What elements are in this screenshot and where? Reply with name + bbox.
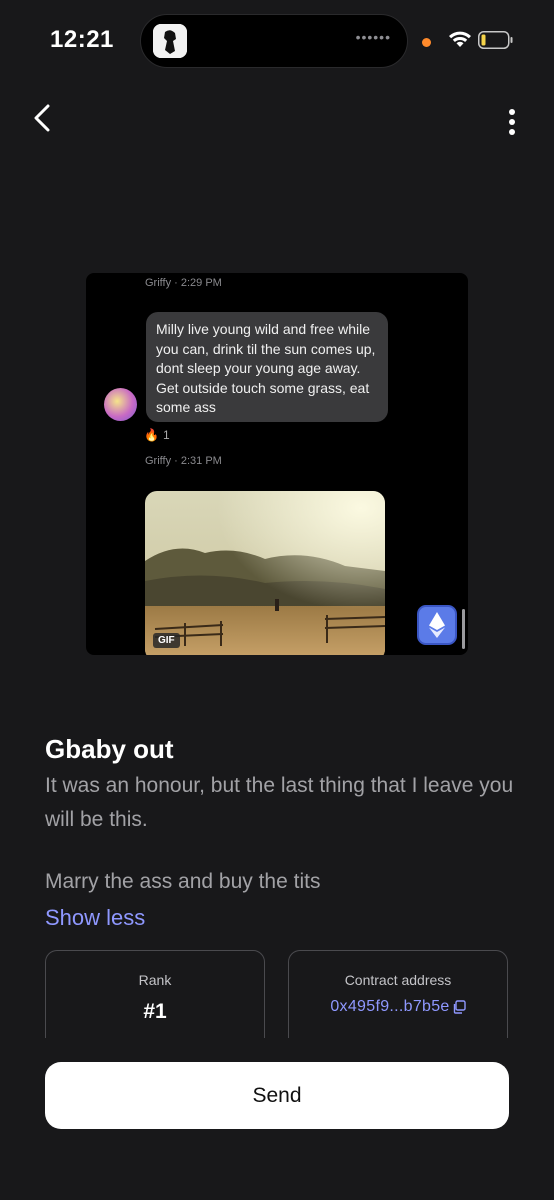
privacy-indicator-dot xyxy=(422,38,431,47)
status-bar: 12:21 •••••• xyxy=(0,0,554,84)
rank-card: Rank #1 xyxy=(45,950,265,1050)
chat-avatar xyxy=(104,388,137,421)
gif-badge: GIF xyxy=(153,633,180,648)
show-less-link[interactable]: Show less xyxy=(45,905,145,931)
contract-address-value: 0x495f9...b7b5e xyxy=(330,998,450,1015)
nft-image[interactable]: Griffy · 2:29 PM Milly live young wild a… xyxy=(86,273,468,655)
more-vertical-icon xyxy=(509,109,515,135)
battery-icon xyxy=(478,31,513,49)
contract-address-link[interactable]: 0x495f9...b7b5e xyxy=(330,998,466,1016)
island-indicator: •••••• xyxy=(355,29,391,45)
nav-bar xyxy=(0,96,554,140)
wifi-icon xyxy=(449,31,471,47)
ethereum-icon xyxy=(429,612,445,638)
chat-reaction: 🔥 1 xyxy=(144,428,170,442)
nft-title: Gbaby out xyxy=(45,734,174,764)
nft-description: It was an honour, but the last thing tha… xyxy=(45,774,514,831)
chat-message-bubble: Milly live young wild and free while you… xyxy=(146,312,388,422)
rank-value: #1 xyxy=(143,1000,167,1023)
rank-label: Rank xyxy=(138,972,172,988)
image-scroll-indicator xyxy=(462,609,465,649)
copy-icon[interactable] xyxy=(452,1000,466,1014)
more-options-button[interactable] xyxy=(496,100,528,140)
fire-emoji: 🔥 xyxy=(144,428,159,442)
landscape-gif-image xyxy=(145,491,385,655)
chevron-left-icon xyxy=(34,104,50,132)
chat-timestamp: Griffy · 2:31 PM xyxy=(145,455,222,467)
contract-card: Contract address 0x495f9...b7b5e xyxy=(288,950,508,1050)
chat-timestamp: Griffy · 2:29 PM xyxy=(145,277,222,289)
reaction-count: 1 xyxy=(162,428,170,442)
now-playing-app-icon xyxy=(153,24,187,58)
status-time: 12:21 xyxy=(50,26,114,53)
contract-label: Contract address xyxy=(344,972,452,988)
send-button[interactable]: Send xyxy=(45,1062,509,1129)
dynamic-island[interactable]: •••••• xyxy=(140,14,408,68)
chat-gif: GIF xyxy=(145,491,385,655)
back-button[interactable] xyxy=(26,98,62,138)
nft-description-extra: Marry the ass and buy the tits xyxy=(45,870,321,893)
ethereum-chain-badge xyxy=(417,605,457,645)
